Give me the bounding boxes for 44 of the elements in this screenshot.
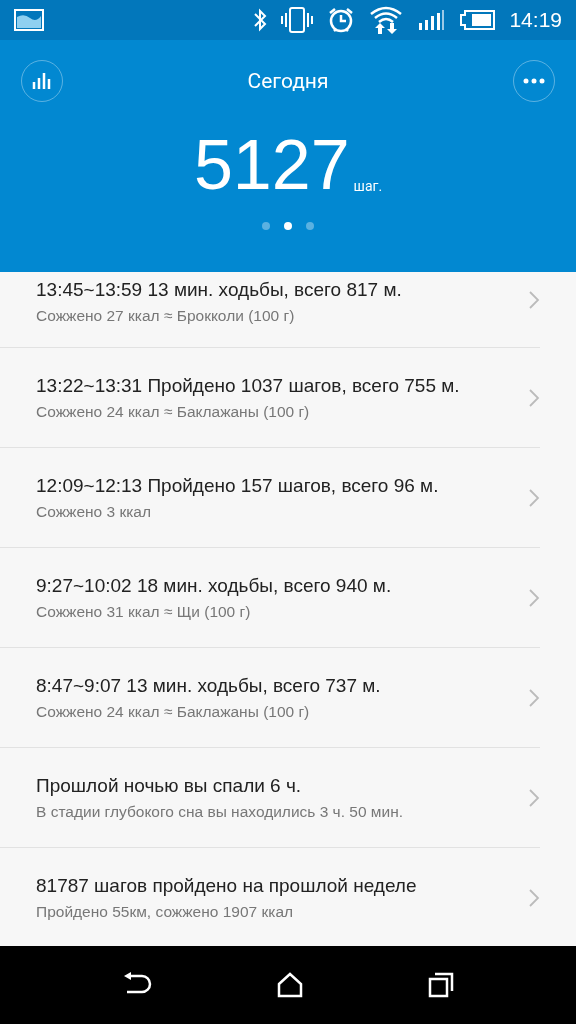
signal-icon (417, 9, 446, 31)
chevron-icon (528, 587, 540, 608)
home-icon[interactable] (276, 972, 304, 998)
activity-title: 13:22~13:31 Пройдено 1037 шагов, всего 755 м. (36, 374, 461, 398)
page-dot[interactable] (306, 222, 314, 230)
wifi-icon (369, 5, 404, 35)
activity-row[interactable]: 13:45~13:59 13 мин. ходьбы, всего 817 м. Сожжено 27 ккал ≈ Брокколи (100 г) (0, 272, 540, 348)
step-count: 5127 (193, 130, 350, 200)
activity-detail: В стадии глубокого сна вы находились 3 ч. 50 мин. (36, 803, 405, 821)
activity-title: Прошлой ночью вы спали 6 ч. (36, 774, 303, 798)
chevron-icon (528, 487, 540, 508)
screen-title: Сегодня (246, 69, 330, 93)
activity-row[interactable]: 8:47~9:07 13 мин. ходьбы, всего 737 м. Сожжено 24 ккал ≈ Баклажаны (100 г) (0, 648, 540, 748)
battery-icon (459, 10, 496, 30)
activity-title: 13:45~13:59 13 мин. ходьбы, всего 817 м. (36, 278, 403, 302)
activity-detail: Сожжено 24 ккал ≈ Баклажаны (100 г) (36, 703, 311, 721)
activity-title: 9:27~10:02 18 мин. ходьбы, всего 940 м. (36, 574, 393, 598)
chevron-icon (528, 887, 540, 908)
activity-row[interactable]: 12:09~12:13 Пройдено 157 шагов, всего 96 м. Сожжено 3 ккал (0, 448, 540, 548)
activity-title: 12:09~12:13 Пройдено 157 шагов, всего 96 м. (36, 474, 440, 498)
activity-row[interactable]: Прошлой ночью вы спали 6 ч. В стадии глубокого сна вы находились 3 ч. 50 мин. (0, 748, 540, 848)
vibrate-icon (281, 7, 314, 33)
status-time: 14:19 (509, 8, 562, 32)
activity-title: 8:47~9:07 13 мин. ходьбы, всего 737 м. (36, 674, 382, 698)
activity-detail: Сожжено 3 ккал (36, 503, 152, 521)
activity-row[interactable]: 9:27~10:02 18 мин. ходьбы, всего 940 м. Сожжено 31 ккал ≈ Щи (100 г) (0, 548, 540, 648)
gallery-icon (14, 9, 44, 31)
activity-title: 81787 шагов пройдено на прошлой неделе (36, 874, 418, 898)
recents-icon[interactable] (428, 972, 454, 998)
bluetooth-icon (253, 8, 268, 32)
activity-row[interactable]: 13:22~13:31 Пройдено 1037 шагов, всего 755 м. Сожжено 24 ккал ≈ Баклажаны (100 г) (0, 348, 540, 448)
activity-detail: Сожжено 24 ккал ≈ Баклажаны (100 г) (36, 403, 311, 421)
chevron-icon (528, 290, 540, 310)
bar-chart-icon (32, 73, 52, 89)
page-dot[interactable] (262, 222, 270, 230)
step-unit: шаг. (353, 178, 383, 194)
chevron-icon (528, 387, 540, 408)
chevron-icon (528, 787, 540, 808)
more-icon (523, 78, 545, 84)
activity-detail: Пройдено 55км, сожжено 1907 ккал (36, 903, 295, 921)
chevron-icon (528, 687, 540, 708)
activity-detail: Сожжено 27 ккал ≈ Брокколи (100 г) (36, 307, 296, 325)
page-dot[interactable] (284, 222, 292, 230)
activity-detail: Сожжено 31 ккал ≈ Щи (100 г) (36, 603, 252, 621)
